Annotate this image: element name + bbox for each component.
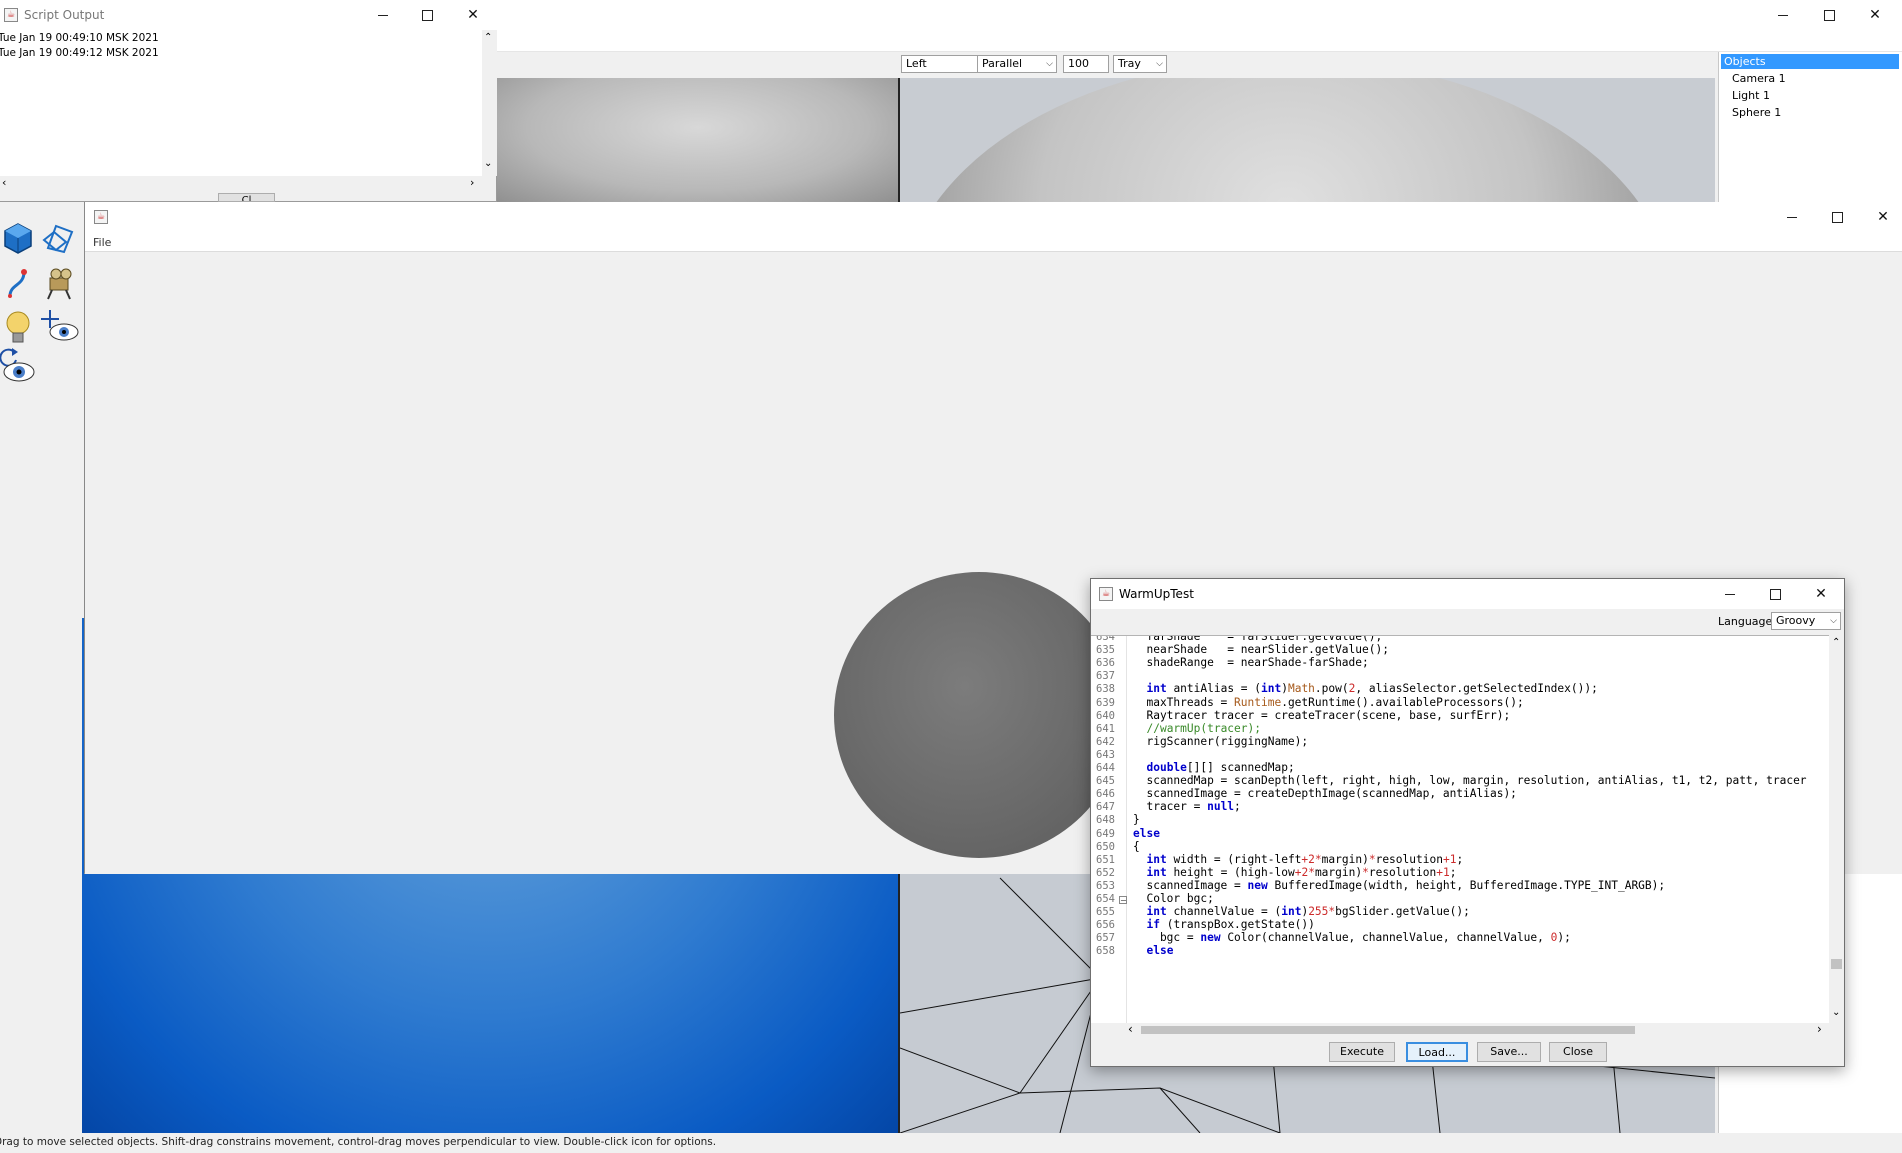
code-line: 658 else (1091, 943, 1829, 959)
script-output-text-area[interactable]: Tue Jan 19 00:49:10 MSK 2021 Tue Jan 19 … (0, 30, 482, 176)
language-select[interactable]: Groovy ⌵ (1771, 612, 1841, 630)
chevron-down-icon: ⌵ (1046, 59, 1053, 69)
script-output-title: Script Output (24, 8, 105, 22)
projection-value: Parallel (982, 57, 1023, 70)
tool-palette (0, 210, 82, 390)
script-output-close-button[interactable] (450, 0, 496, 30)
projection-select[interactable]: Parallel ⌵ (977, 55, 1057, 73)
objects-tree-item-sphere[interactable]: Sphere 1 (1732, 105, 1781, 120)
viewport-top-right[interactable] (900, 78, 1715, 202)
script-output-title-bar: ☕ Script Output (0, 0, 497, 30)
main-minimize-button[interactable] (1760, 0, 1806, 30)
menu-file[interactable]: File (93, 236, 111, 249)
code-body: 634 farShade = farSlider.getValue(); 635 … (1091, 636, 1829, 1023)
script-output-close-btn-partial[interactable]: Cl (218, 193, 275, 202)
status-text: Drag to move selected objects. Shift-dra… (0, 1136, 717, 1148)
editor-title: WarmUpTest (1119, 587, 1194, 601)
java-app-icon: ☕ (4, 8, 18, 22)
output-line: Tue Jan 19 00:49:10 MSK 2021 (0, 32, 159, 44)
zoom-value: 100 (1068, 57, 1089, 70)
editor-button-bar: Execute Load... Save... Close (1091, 1042, 1844, 1066)
scroll-down-icon[interactable]: ⌄ (484, 158, 492, 169)
editor-close-window-button[interactable] (1798, 579, 1844, 609)
chevron-down-icon: ⌵ (1830, 616, 1837, 626)
code-hscrollbar[interactable]: ‹ › (1127, 1022, 1829, 1037)
objects-tree-item-camera[interactable]: Camera 1 (1732, 71, 1786, 86)
objects-tree-root[interactable]: Objects (1721, 54, 1899, 69)
navigation-value: Tray (1118, 57, 1141, 70)
editor-maximize-button[interactable] (1752, 579, 1798, 609)
viewport-top-left[interactable] (497, 78, 898, 202)
java-app-icon: ☕ (1099, 587, 1113, 601)
viewport-sphere-shaded (900, 78, 1675, 202)
line-number: 658 (1096, 945, 1115, 958)
preview-menu-bar: File (85, 232, 1902, 252)
zoom-field[interactable]: 100 (1063, 55, 1109, 73)
script-output-maximize-button[interactable] (404, 0, 450, 30)
close-button[interactable]: Close (1549, 1042, 1607, 1062)
status-bar: Drag to move selected objects. Shift-dra… (0, 1133, 1902, 1153)
script-output-minimize-button[interactable] (360, 0, 406, 30)
script-output-hscrollbar[interactable]: ‹ › (0, 176, 482, 191)
move-view-icon[interactable] (40, 308, 80, 344)
language-label: Language (1718, 615, 1773, 628)
h-scroll-thumb[interactable] (1141, 1026, 1635, 1034)
scroll-up-icon[interactable]: ⌃ (1832, 637, 1840, 648)
scroll-right-icon[interactable]: › (1817, 1022, 1822, 1036)
scroll-down-icon[interactable]: ⌄ (1832, 1007, 1840, 1018)
scroll-left-icon[interactable]: ‹ (1128, 1022, 1133, 1036)
light-tool-icon[interactable] (4, 310, 32, 346)
scroll-right-icon[interactable]: › (470, 176, 474, 189)
main-maximize-button[interactable] (1806, 0, 1852, 30)
rotate-tool-icon[interactable] (42, 222, 76, 254)
chevron-down-icon: ⌵ (1156, 59, 1163, 69)
language-value: Groovy (1776, 614, 1816, 627)
preview-minimize-button[interactable] (1769, 202, 1815, 232)
script-output-vscrollbar[interactable]: ⌃ ⌄ (482, 30, 497, 176)
scroll-thumb[interactable] (1831, 959, 1842, 969)
scroll-left-icon[interactable]: ‹ (2, 176, 6, 189)
move-tool-icon[interactable] (2, 222, 34, 254)
load-button[interactable]: Load... (1406, 1042, 1468, 1062)
code-text: else (1146, 944, 1174, 958)
view-eye-icon[interactable] (2, 360, 36, 384)
preview-title-bar: ☕ (85, 202, 1902, 232)
save-button[interactable]: Save... (1477, 1042, 1541, 1062)
rendered-sphere (834, 572, 1124, 858)
objects-tree-item-light[interactable]: Light 1 (1732, 88, 1770, 103)
view-direction-value: Left (906, 57, 927, 70)
scroll-up-icon[interactable]: ⌃ (484, 32, 492, 43)
java-app-icon: ☕ (94, 210, 108, 224)
preview-maximize-button[interactable] (1814, 202, 1860, 232)
execute-button[interactable]: Execute (1329, 1042, 1395, 1062)
skew-tool-icon[interactable] (2, 266, 34, 298)
output-line: Tue Jan 19 00:49:12 MSK 2021 (0, 47, 159, 59)
navigation-select[interactable]: Tray ⌵ (1113, 55, 1167, 73)
script-editor-window: ☕ WarmUpTest Language Groovy ⌵ − 634 farS… (1090, 578, 1845, 1067)
preview-close-button[interactable] (1860, 202, 1902, 232)
taper-tool-icon[interactable] (42, 266, 76, 300)
code-vscrollbar[interactable]: ⌃ ⌄ (1829, 635, 1844, 1023)
editor-minimize-button[interactable] (1707, 579, 1753, 609)
script-output-window: ☕ Script Output Tue Jan 19 00:49:10 MSK … (0, 0, 497, 202)
language-bar: Language Groovy ⌵ (1091, 609, 1844, 633)
main-close-button[interactable] (1852, 0, 1898, 30)
editor-title-bar: ☕ WarmUpTest (1091, 579, 1844, 609)
code-editor[interactable]: − 634 farShade = farSlider.getValue(); 63… (1091, 635, 1829, 1023)
